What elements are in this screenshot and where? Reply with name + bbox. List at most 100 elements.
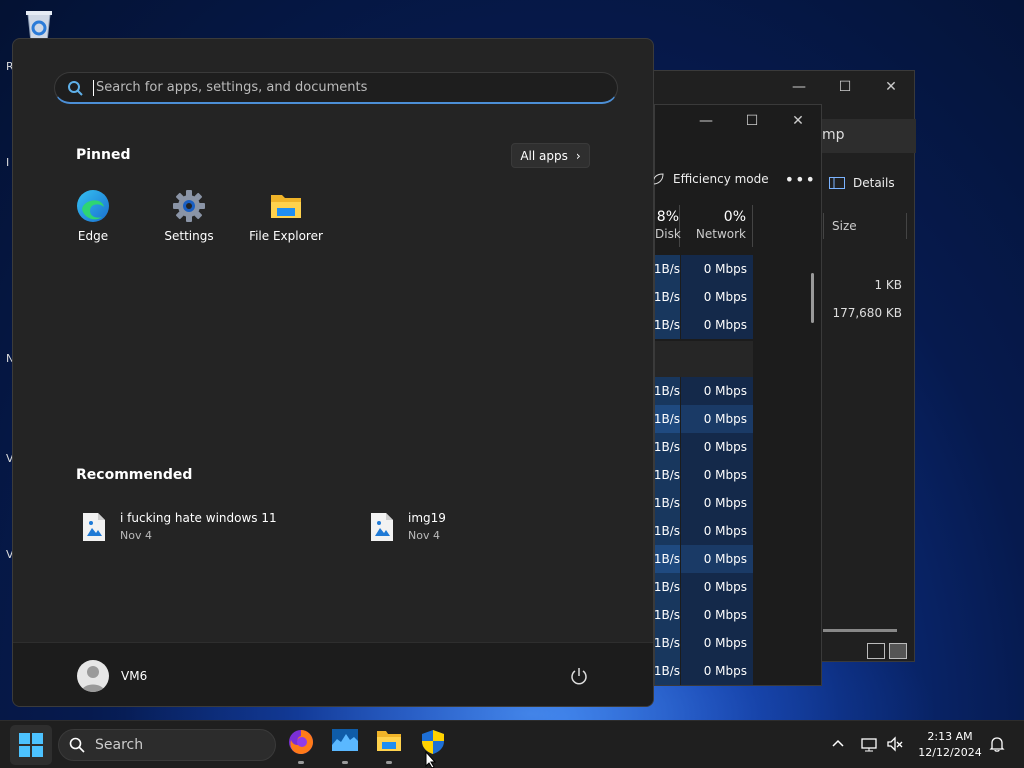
vertical-scrollbar[interactable] <box>811 273 814 323</box>
minimize-button[interactable]: — <box>683 105 729 137</box>
text-caret <box>93 79 94 96</box>
gear-icon <box>172 189 206 223</box>
pinned-app-edge[interactable]: Edge <box>51 189 135 243</box>
chevron-up-icon[interactable] <box>829 735 847 753</box>
file-size-cell: 177,680 KB <box>832 306 902 320</box>
details-label: Details <box>853 176 895 190</box>
image-file-icon <box>82 512 106 542</box>
disk-cell: 1B/s <box>654 517 680 545</box>
column-header-network[interactable]: 0% Network <box>681 205 753 247</box>
task-manager-icon <box>332 729 358 751</box>
disk-cell: 1B/s <box>654 377 680 405</box>
running-indicator <box>342 761 348 764</box>
address-bar[interactable]: mp <box>816 119 916 153</box>
table-row[interactable]: 1B/s 0 Mbps <box>654 517 753 545</box>
details-pane-button[interactable]: Details <box>829 176 895 190</box>
file-size-cell: 1 KB <box>874 278 902 292</box>
pinned-app-settings[interactable]: Settings <box>147 189 231 243</box>
close-button[interactable]: ✕ <box>868 71 914 103</box>
network-cell: 0 Mbps <box>680 517 753 545</box>
pinned-app-label: File Explorer <box>249 229 323 243</box>
running-indicator <box>386 761 392 764</box>
pinned-app-file-explorer[interactable]: File Explorer <box>244 189 328 243</box>
network-cell: 0 Mbps <box>680 601 753 629</box>
network-cell: 0 Mbps <box>680 657 753 685</box>
details-view-button[interactable] <box>867 643 885 659</box>
table-row[interactable]: 1B/s 0 Mbps <box>654 311 753 339</box>
disk-cell: 1B/s <box>654 405 680 433</box>
table-row[interactable]: 1B/s 0 Mbps <box>654 657 753 685</box>
network-icon[interactable] <box>860 735 878 753</box>
power-icon <box>571 668 587 685</box>
task-manager-toolbar: Efficiency mode ••• <box>652 165 823 193</box>
start-search-input[interactable]: Search for apps, settings, and documents <box>54 72 618 104</box>
table-row[interactable]: 1B/s 0 Mbps <box>654 283 753 311</box>
network-cell: 0 Mbps <box>680 489 753 517</box>
table-row[interactable]: 1B/s 0 Mbps <box>654 377 753 405</box>
network-cell: 0 Mbps <box>680 377 753 405</box>
more-options-button[interactable]: ••• <box>785 170 816 189</box>
recommended-item[interactable]: img19 Nov 4 <box>370 511 446 542</box>
search-icon <box>69 737 85 753</box>
disk-cell: 1B/s <box>654 573 680 601</box>
table-row[interactable]: 1B/s 0 Mbps <box>654 461 753 489</box>
folder-icon <box>269 189 303 223</box>
user-name: VM6 <box>121 669 148 683</box>
close-button[interactable]: ✕ <box>775 105 821 137</box>
table-row[interactable]: 1B/s 0 Mbps <box>654 601 753 629</box>
view-toggle <box>867 643 907 659</box>
taskbar-app-firefox[interactable] <box>287 729 315 764</box>
taskbar-app-file-explorer[interactable] <box>375 729 403 764</box>
speaker-muted-icon[interactable] <box>886 735 904 753</box>
network-cell: 0 Mbps <box>680 433 753 461</box>
clock-time: 2:13 AM <box>927 730 973 743</box>
efficiency-mode-button[interactable]: Efficiency mode <box>673 172 769 186</box>
table-row[interactable]: 1B/s 0 Mbps <box>654 545 753 573</box>
taskbar-app-task-manager[interactable] <box>331 729 359 764</box>
column-header-disk[interactable]: 8% Disk <box>655 205 681 247</box>
pinned-app-label: Edge <box>77 229 109 243</box>
power-button[interactable] <box>569 666 589 686</box>
network-cell: 0 Mbps <box>680 573 753 601</box>
all-apps-button[interactable]: All apps › <box>511 143 590 168</box>
avatar <box>77 660 109 692</box>
table-row[interactable]: 1B/s 0 Mbps <box>654 433 753 461</box>
maximize-button[interactable]: ☐ <box>822 71 868 103</box>
minimize-button[interactable]: — <box>776 71 822 103</box>
network-cell: 0 Mbps <box>680 545 753 573</box>
disk-percent: 8% <box>656 209 679 225</box>
disk-cell: 1B/s <box>654 433 680 461</box>
windows-logo-icon <box>19 733 43 757</box>
recommended-item[interactable]: i fucking hate windows 11 Nov 4 <box>82 511 277 542</box>
pinned-app-label: Settings <box>164 229 214 243</box>
user-account-button[interactable]: VM6 <box>77 660 147 692</box>
tiles-view-button[interactable] <box>889 643 907 659</box>
start-button[interactable] <box>10 725 52 765</box>
recommended-title: Recommended <box>76 467 193 483</box>
horizontal-scrollbar[interactable] <box>823 629 897 632</box>
table-row[interactable]: 1B/s 0 Mbps <box>654 573 753 601</box>
taskbar-search[interactable]: Search <box>58 729 276 761</box>
column-header-size[interactable]: Size <box>823 213 907 239</box>
image-file-icon <box>370 512 394 542</box>
maximize-button[interactable]: ☐ <box>729 105 775 137</box>
network-label: Network <box>695 227 746 241</box>
table-row[interactable]: 1B/s 0 Mbps <box>654 489 753 517</box>
clock-date: 12/12/2024 <box>918 746 982 759</box>
table-row[interactable]: 1B/s 0 Mbps <box>654 629 753 657</box>
network-cell: 0 Mbps <box>680 255 753 283</box>
system-clock[interactable]: 2:13 AM 12/12/2024 <box>918 729 982 761</box>
task-manager-window: — ☐ ✕ Efficiency mode ••• 8% Disk 0% Net… <box>652 104 823 686</box>
disk-cell: 1B/s <box>654 283 680 311</box>
disk-cell: 1B/s <box>654 657 680 685</box>
disk-cell: 1B/s <box>654 629 680 657</box>
table-row[interactable]: 1B/s 0 Mbps <box>654 255 753 283</box>
search-icon <box>68 80 83 96</box>
network-cell: 0 Mbps <box>680 461 753 489</box>
recommended-item-title: i fucking hate windows 11 <box>120 511 277 525</box>
table-row[interactable]: 1B/s 0 Mbps <box>654 405 753 433</box>
disk-cell: 1B/s <box>654 545 680 573</box>
disk-label: Disk <box>655 227 681 241</box>
window-caption: — ☐ ✕ <box>641 71 914 103</box>
notification-bell-icon[interactable] <box>988 735 1006 753</box>
